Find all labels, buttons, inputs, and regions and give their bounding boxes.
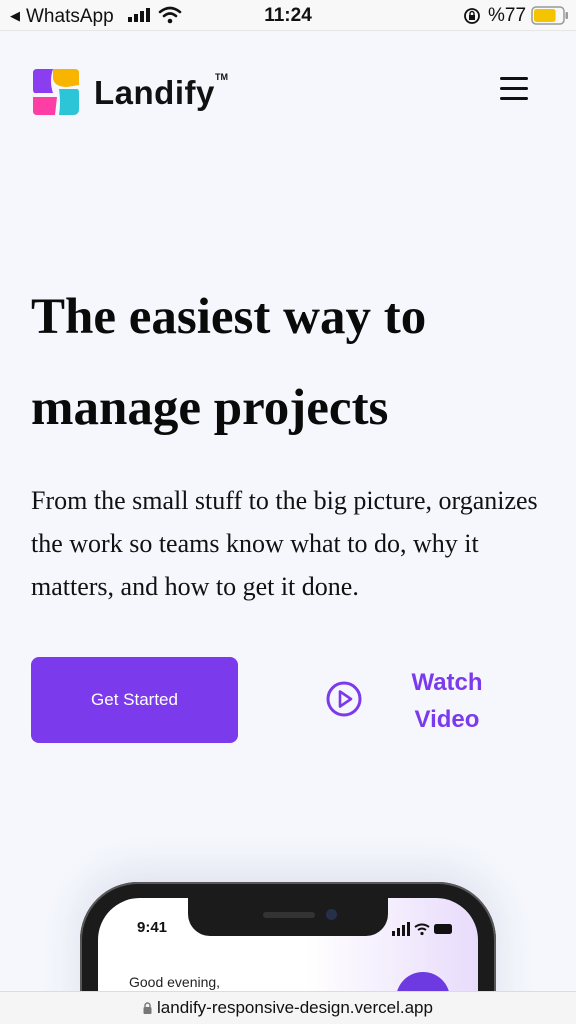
trademark-symbol: TM	[215, 72, 228, 82]
play-circle-icon	[326, 681, 362, 717]
phone-mockup-greeting: Good evening,	[129, 974, 221, 990]
battery-icon	[531, 6, 568, 25]
hero-title-line-2: manage projects	[31, 380, 389, 436]
phone-mockup-time: 9:41	[137, 919, 168, 936]
phone-mockup-status-icons	[392, 922, 452, 936]
brand-name[interactable]: Landify	[94, 74, 215, 112]
hero-title: The easiest way to manage projects	[31, 272, 551, 454]
browser-address-bar[interactable]: landify-responsive-design.vercel.app	[0, 991, 576, 1024]
watch-label-line-1: Watch	[411, 669, 483, 696]
url-text: landify-responsive-design.vercel.app	[157, 998, 433, 1017]
hero-subtitle: From the small stuff to the big picture,…	[31, 486, 538, 601]
phone-speaker	[263, 912, 315, 918]
watch-label-line-2: Video	[414, 706, 480, 733]
watch-video-button[interactable]: Watch Video	[325, 664, 505, 740]
landify-logo-icon[interactable]	[31, 67, 81, 117]
get-started-label: Get Started	[91, 690, 178, 709]
watch-video-label: Watch Video	[405, 664, 489, 738]
rotation-lock-icon	[464, 8, 480, 24]
phone-camera	[326, 909, 337, 920]
menu-line-middle	[500, 87, 528, 90]
menu-line-bottom	[500, 97, 528, 100]
battery-percent: %77	[488, 5, 527, 26]
lock-icon	[143, 1002, 152, 1014]
hero-title-line-1: The easiest way to	[31, 289, 427, 345]
hamburger-menu-icon	[500, 77, 528, 80]
status-bar: ◀ WhatsApp 11:24 %77	[0, 0, 576, 31]
get-started-button[interactable]: Get Started	[31, 657, 238, 743]
hamburger-menu-button[interactable]	[497, 74, 531, 104]
